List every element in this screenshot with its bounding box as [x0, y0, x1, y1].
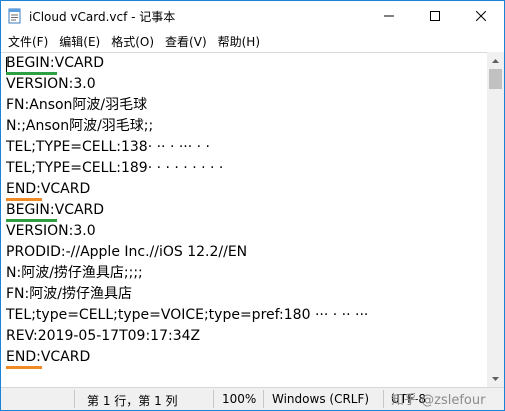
scrollbar-thumb[interactable]	[489, 69, 502, 89]
status-divider	[383, 390, 384, 408]
watermark: 知乎 @zslefour	[391, 393, 486, 408]
end-underline	[6, 198, 42, 201]
text-line: FN:Anson阿波/羽毛球	[6, 97, 148, 113]
maximize-button[interactable]	[412, 1, 458, 31]
text-line: TEL;TYPE=CELL:189· · · · · · · · ·	[6, 160, 224, 176]
close-button[interactable]	[458, 1, 504, 31]
vertical-scrollbar[interactable]	[487, 52, 504, 387]
text-line: BEGIN:VCARD	[6, 55, 105, 71]
text-line: N:阿波/捞仔渔具店;;;;	[6, 265, 143, 281]
cursor-position: 第 1 行，第 1 列	[87, 394, 178, 408]
text-editor[interactable]: BEGIN:VCARD VERSION:3.0 FN:Anson阿波/羽毛球 N…	[1, 52, 487, 388]
menu-edit[interactable]: 编辑(E)	[55, 33, 104, 50]
scroll-up-button[interactable]	[487, 52, 504, 69]
status-divider	[74, 390, 75, 408]
text-line: END:VCARD	[6, 181, 91, 197]
menu-format[interactable]: 格式(O)	[107, 33, 158, 50]
title-bar[interactable]: iCloud vCard.vcf - 记事本	[1, 1, 504, 31]
line-ending: Windows (CRLF)	[272, 392, 370, 406]
close-icon	[476, 11, 486, 21]
notepad-window: iCloud vCard.vcf - 记事本 文件(F) 编辑(E) 格式(O)…	[0, 0, 505, 411]
scroll-down-button[interactable]	[487, 370, 504, 387]
zoom-level: 100%	[222, 392, 257, 406]
status-divider	[213, 390, 214, 408]
chevron-up-icon	[492, 58, 499, 63]
notepad-icon	[8, 8, 21, 24]
window-title: iCloud vCard.vcf - 记事本	[29, 10, 176, 24]
begin-underline	[6, 72, 57, 75]
text-line: FN:阿波/捞仔渔具店	[6, 286, 132, 302]
minimize-icon	[384, 15, 394, 17]
maximize-icon	[430, 11, 440, 21]
menu-view[interactable]: 查看(V)	[161, 33, 211, 50]
text-line: REV:2019-05-17T09:17:34Z	[6, 328, 201, 344]
begin-underline	[6, 219, 57, 222]
end-underline	[6, 366, 42, 369]
menu-file[interactable]: 文件(F)	[4, 33, 52, 50]
text-line: VERSION:3.0	[6, 223, 96, 239]
text-line: TEL;TYPE=CELL:138· ·· · ··· · ·	[6, 139, 210, 155]
menu-bar: 文件(F) 编辑(E) 格式(O) 查看(V) 帮助(H)	[1, 31, 504, 52]
menu-help[interactable]: 帮助(H)	[214, 33, 264, 50]
text-line: N:;Anson阿波/羽毛球;;	[6, 118, 154, 134]
minimize-button[interactable]	[366, 1, 412, 31]
text-line: PRODID:-//Apple Inc.//iOS 12.2//EN	[6, 244, 248, 260]
text-line: BEGIN:VCARD	[6, 202, 105, 218]
chevron-down-icon	[492, 376, 499, 381]
text-line: VERSION:3.0	[6, 76, 96, 92]
text-line: END:VCARD	[6, 349, 91, 365]
status-divider	[263, 390, 264, 408]
text-line: TEL;type=CELL;type=VOICE;type=pref:180 ·…	[6, 307, 369, 323]
